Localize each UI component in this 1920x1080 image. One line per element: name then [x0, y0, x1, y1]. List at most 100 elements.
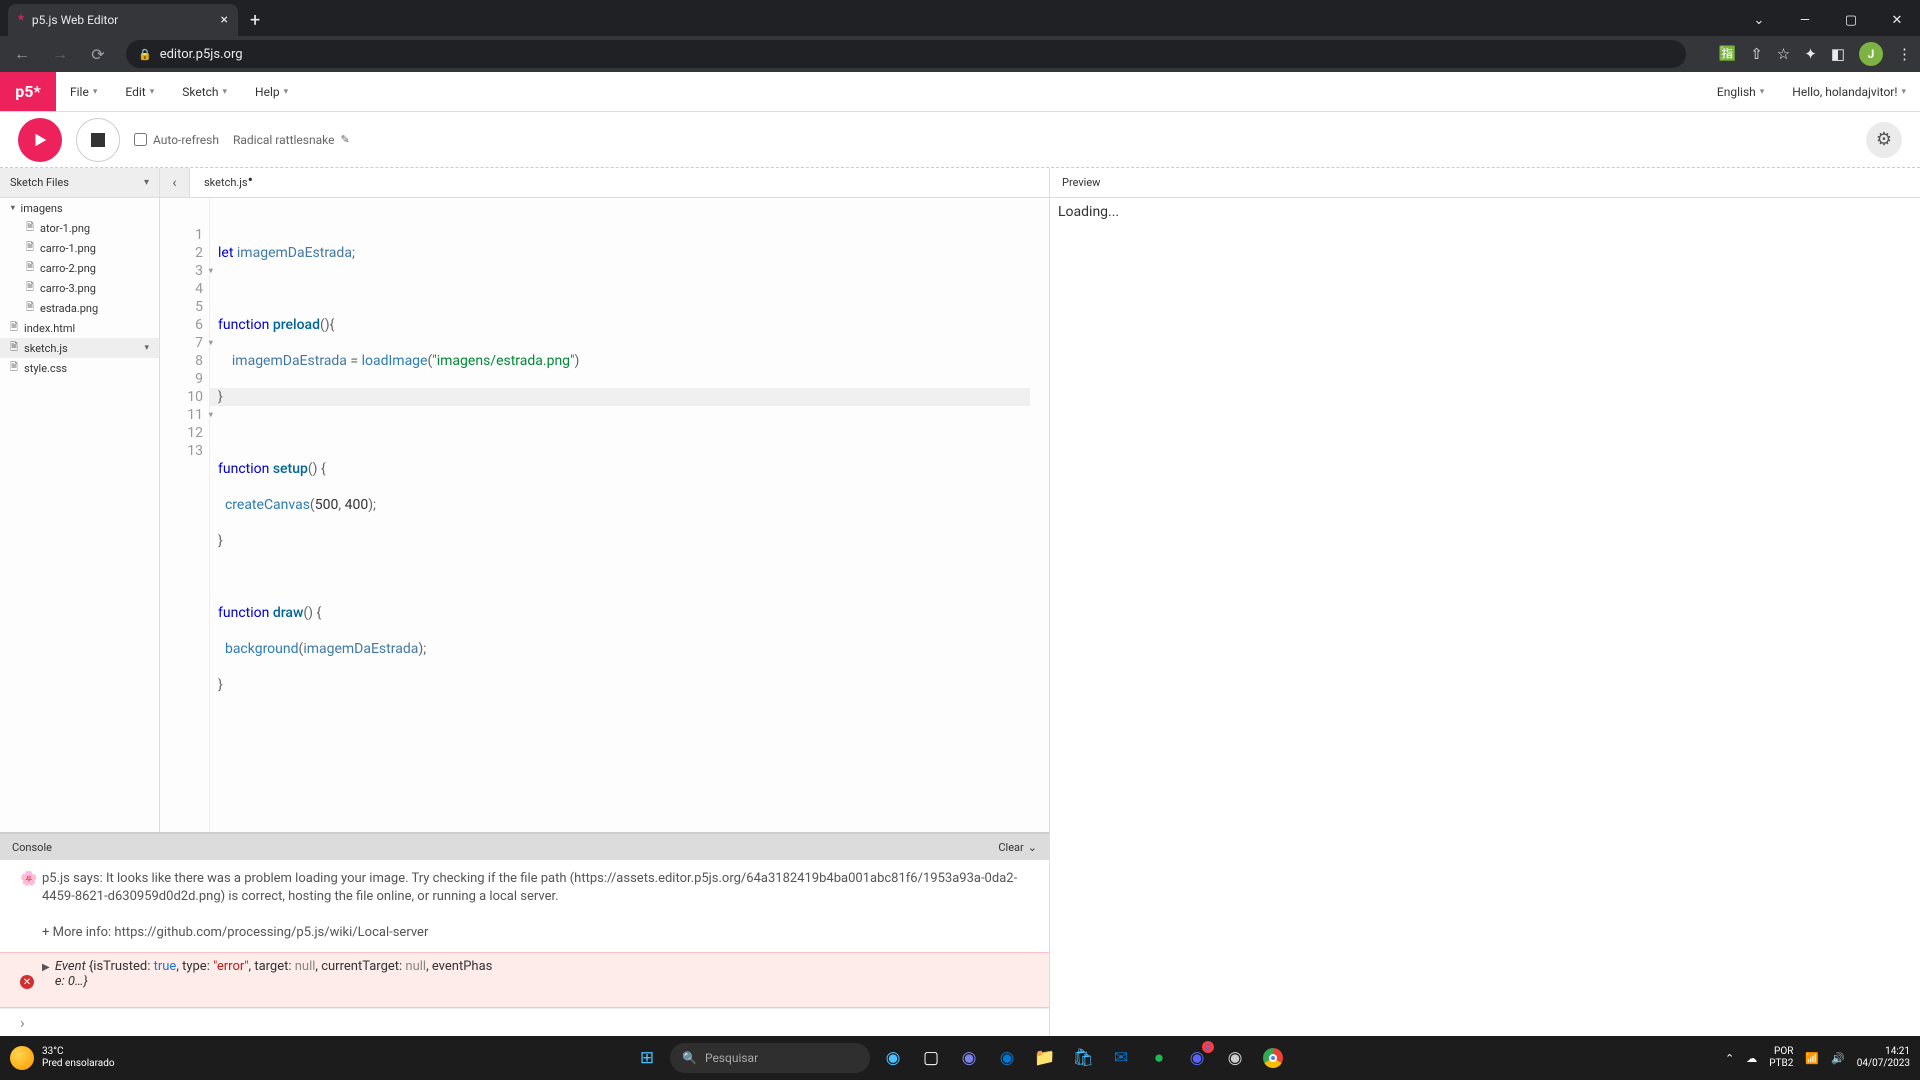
- file-tree: imagens ator-1.png carro-1.png carro-2.p…: [0, 198, 160, 832]
- file-tree-item-active[interactable]: sketch.js▾: [0, 338, 159, 358]
- files-header[interactable]: Sketch Files ▾: [0, 168, 160, 197]
- close-window-icon[interactable]: ✕: [1874, 4, 1920, 36]
- file-tree-item[interactable]: index.html: [0, 318, 159, 338]
- expand-icon[interactable]: ▶: [42, 962, 50, 973]
- taskbar-app-chrome[interactable]: [1258, 1043, 1288, 1073]
- flower-icon: 🌸: [20, 870, 37, 888]
- file-tree-item[interactable]: ator-1.png: [0, 218, 159, 238]
- minimize-icon[interactable]: —: [1782, 4, 1828, 36]
- console-error[interactable]: ✕ ▶ Event {isTrusted: true, type: "error…: [0, 952, 1049, 1008]
- chevron-down-icon[interactable]: ▾: [144, 177, 149, 188]
- bookmark-icon[interactable]: ☆: [1777, 45, 1790, 63]
- close-tab-icon[interactable]: ×: [221, 12, 228, 28]
- preview-body: Loading...: [1050, 198, 1920, 227]
- auto-refresh-toggle[interactable]: Auto-refresh: [134, 133, 219, 147]
- chevron-down-icon[interactable]: ▾: [144, 343, 149, 353]
- console-input[interactable]: ›: [0, 1008, 1049, 1036]
- taskbar-app-bing[interactable]: ◉: [878, 1043, 908, 1073]
- toolbar: Auto-refresh Radical rattlesnake ✎ ⚙: [0, 112, 1920, 168]
- sketch-name[interactable]: Radical rattlesnake ✎: [233, 133, 350, 147]
- taskbar-app-mail[interactable]: ✉: [1106, 1043, 1136, 1073]
- caret-icon: ▾: [1901, 87, 1906, 97]
- taskbar-app-taskview[interactable]: ▢: [916, 1043, 946, 1073]
- taskbar-search[interactable]: 🔍 Pesquisar: [670, 1043, 870, 1073]
- code-editor[interactable]: 12345678910111213 let imagemDaEstrada; f…: [160, 198, 1049, 832]
- profile-avatar[interactable]: J: [1859, 42, 1883, 66]
- caret-icon: ▾: [223, 87, 228, 97]
- file-tree-item[interactable]: style.css: [0, 358, 159, 378]
- collapse-sidebar-button[interactable]: ‹: [160, 168, 190, 197]
- taskbar-app-edge[interactable]: ◉: [992, 1043, 1022, 1073]
- play-button[interactable]: [18, 118, 62, 162]
- settings-button[interactable]: ⚙: [1866, 122, 1902, 158]
- tray-clock[interactable]: 14:21 04/07/2023: [1857, 1046, 1910, 1070]
- taskbar-app-store[interactable]: 🛍: [1068, 1043, 1098, 1073]
- tray-language[interactable]: POR PTB2: [1769, 1046, 1793, 1070]
- file-tree-folder[interactable]: imagens: [0, 198, 159, 218]
- kebab-menu-icon[interactable]: ⋮: [1897, 45, 1912, 63]
- tray-onedrive-icon[interactable]: ☁: [1746, 1052, 1757, 1065]
- stop-button[interactable]: [76, 118, 120, 162]
- tray-volume-icon[interactable]: 🔊: [1831, 1052, 1845, 1065]
- menu-sketch[interactable]: Sketch▾: [168, 72, 241, 111]
- pane-headers: Sketch Files ▾ ‹ sketch.js•: [0, 168, 1049, 198]
- language-select[interactable]: English▾: [1703, 72, 1778, 111]
- main: Sketch Files ▾ ‹ sketch.js• imagens ator…: [0, 168, 1920, 1036]
- file-tree-item[interactable]: carro-2.png: [0, 258, 159, 278]
- browser-chrome: * p5.js Web Editor × + ⌄ — ▢ ✕ ← → ⟳ 🔒 e…: [0, 0, 1920, 72]
- url-input[interactable]: 🔒 editor.p5js.org: [126, 40, 1686, 68]
- console: Console Clear ⌄ 🌸 p5.js says: It looks l…: [0, 832, 1049, 1036]
- file-tree-item[interactable]: estrada.png: [0, 298, 159, 318]
- maximize-icon[interactable]: ▢: [1828, 4, 1874, 36]
- line-gutter: 12345678910111213: [160, 198, 210, 832]
- tray-wifi-icon[interactable]: 📶: [1805, 1052, 1819, 1065]
- menu-edit[interactable]: Edit▾: [111, 72, 168, 111]
- gear-icon: ⚙: [1876, 129, 1892, 150]
- share-icon[interactable]: ⇧: [1750, 45, 1763, 63]
- tray-chevron-icon[interactable]: ⌃: [1725, 1052, 1734, 1065]
- favicon-icon: *: [18, 13, 24, 28]
- tab-title: p5.js Web Editor: [32, 13, 118, 27]
- console-header: Console Clear ⌄: [0, 834, 1049, 860]
- weather-widget[interactable]: 33°C Pred ensolarado: [10, 1046, 115, 1070]
- file-tree-item[interactable]: carro-3.png: [0, 278, 159, 298]
- taskbar-app-explorer[interactable]: 📁: [1030, 1043, 1060, 1073]
- sun-icon: [10, 1046, 34, 1070]
- extensions-icon[interactable]: ✦: [1804, 45, 1817, 63]
- auto-refresh-label: Auto-refresh: [153, 133, 219, 147]
- user-greeting[interactable]: Hello, holandajvitor!▾: [1778, 72, 1920, 111]
- forward-button[interactable]: →: [46, 40, 74, 68]
- windows-taskbar: 33°C Pred ensolarado ⊞ 🔍 Pesquisar ◉ ▢ ◉…: [0, 1036, 1920, 1080]
- taskbar-app-teams[interactable]: ◉: [954, 1043, 984, 1073]
- console-clear-button[interactable]: Clear ⌄: [998, 841, 1037, 854]
- back-button[interactable]: ←: [8, 40, 36, 68]
- weather-temp: 33°C: [42, 1046, 115, 1058]
- play-icon: [31, 131, 49, 149]
- taskbar-app-steam[interactable]: ◉: [1220, 1043, 1250, 1073]
- start-button[interactable]: ⊞: [632, 1043, 662, 1073]
- caret-icon: ▾: [150, 87, 155, 97]
- console-body: 🌸 p5.js says: It looks like there was a …: [0, 860, 1049, 1008]
- file-tree-item[interactable]: carro-1.png: [0, 238, 159, 258]
- chevron-down-icon[interactable]: ⌄: [1736, 4, 1782, 36]
- menu-help[interactable]: Help▾: [241, 72, 302, 111]
- auto-refresh-checkbox[interactable]: [134, 133, 147, 146]
- taskbar-app-discord[interactable]: ◉4: [1182, 1043, 1212, 1073]
- code-content[interactable]: let imagemDaEstrada; function preload(){…: [210, 198, 1030, 832]
- menu-file[interactable]: File▾: [56, 72, 111, 111]
- p5-logo[interactable]: p5*: [0, 72, 56, 111]
- preview-pane: Preview Loading...: [1050, 168, 1920, 1036]
- editor-tab[interactable]: sketch.js•: [190, 168, 267, 197]
- taskbar-app-spotify[interactable]: ●: [1144, 1043, 1174, 1073]
- translate-icon[interactable]: 🈯: [1719, 46, 1736, 62]
- sidepanel-icon[interactable]: ◧: [1831, 45, 1845, 63]
- browser-tab[interactable]: * p5.js Web Editor ×: [8, 4, 238, 36]
- search-icon: 🔍: [682, 1051, 697, 1065]
- console-title: Console: [12, 841, 52, 854]
- tab-strip: * p5.js Web Editor × + ⌄ — ▢ ✕: [0, 0, 1920, 36]
- reload-button[interactable]: ⟳: [84, 40, 112, 68]
- new-tab-button[interactable]: +: [238, 4, 272, 36]
- app-menu-bar: p5* File▾ Edit▾ Sketch▾ Help▾ English▾ H…: [0, 72, 1920, 112]
- stop-icon: [91, 133, 105, 147]
- edit-icon[interactable]: ✎: [340, 133, 349, 146]
